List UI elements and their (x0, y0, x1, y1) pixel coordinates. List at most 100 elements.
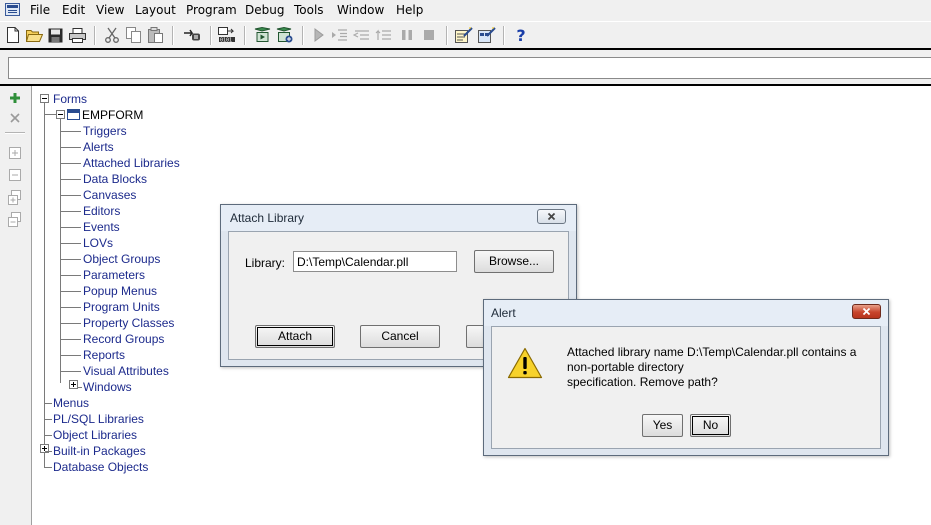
tree-node-parameters[interactable]: Parameters (83, 268, 145, 282)
compile-icon[interactable]: 0101 (218, 26, 236, 44)
step-out-icon[interactable] (375, 26, 393, 44)
menu-program[interactable]: Program (186, 3, 237, 18)
tree-line (78, 387, 82, 388)
close-button[interactable] (537, 209, 566, 224)
command-input[interactable] (8, 57, 931, 79)
menu-layout[interactable]: Layout (135, 3, 176, 18)
tree-node-windows[interactable]: Windows (83, 380, 132, 394)
help-icon[interactable]: ? (512, 26, 530, 45)
tree-node-events[interactable]: Events (83, 220, 120, 234)
menu-window[interactable]: Window (337, 3, 384, 18)
delete-icon[interactable] (6, 109, 24, 127)
menu-edit[interactable]: Edit (62, 3, 85, 18)
layout-wizard-icon[interactable] (478, 26, 496, 44)
alert-dialog: Alert Attached library name D:\Temp\Cale… (483, 299, 889, 456)
toolbar-separator (503, 26, 505, 45)
tree-node-property-classes[interactable]: Property Classes (83, 316, 174, 330)
debug-form-icon[interactable] (276, 26, 294, 44)
expand-all-icon[interactable] (6, 188, 24, 206)
tree-node-object-groups[interactable]: Object Groups (83, 252, 160, 266)
run-form-icon[interactable] (253, 26, 271, 44)
vtools-separator (5, 132, 25, 134)
svg-text:0101: 0101 (220, 38, 232, 44)
empform-collapse-toggle[interactable] (56, 110, 65, 119)
tree-node-database-objects[interactable]: Database Objects (53, 460, 148, 474)
tree-line (61, 339, 81, 340)
tree-node-alerts[interactable]: Alerts (83, 140, 114, 154)
browse-button[interactable]: Browse... (474, 250, 554, 273)
copy-icon[interactable] (125, 26, 143, 44)
dialog-title-bar[interactable]: Attach Library (221, 205, 576, 231)
connect-icon[interactable] (183, 26, 201, 44)
collapse-icon[interactable] (6, 166, 24, 184)
alert-message-line: Attached library name D:\Temp\Calendar.p… (567, 345, 857, 359)
cut-icon[interactable] (103, 26, 121, 44)
tree-node-forms[interactable]: Forms (53, 92, 87, 106)
alert-message-line: non-portable directory (567, 360, 684, 374)
pause-icon[interactable] (398, 26, 416, 44)
tree-node-lovs[interactable]: LOVs (83, 236, 113, 250)
tree-line (45, 403, 52, 404)
no-button[interactable]: No (690, 414, 731, 437)
go-icon[interactable] (310, 26, 328, 44)
alert-body: Attached library name D:\Temp\Calendar.p… (491, 326, 881, 449)
tree-node-attached-libraries[interactable]: Attached Libraries (83, 156, 180, 170)
expand-icon[interactable] (6, 144, 24, 162)
tree-node-record-groups[interactable]: Record Groups (83, 332, 164, 346)
menu-tools[interactable]: Tools (294, 3, 324, 18)
tree-node-object-libraries[interactable]: Object Libraries (53, 428, 137, 442)
tree-node-menus[interactable]: Menus (53, 396, 89, 410)
tree-line (61, 243, 81, 244)
tree-node-program-units[interactable]: Program Units (83, 300, 160, 314)
alert-title: Alert (491, 306, 516, 320)
tree-node-visual-attributes[interactable]: Visual Attributes (83, 364, 169, 378)
menu-help[interactable]: Help (396, 3, 423, 18)
toolbar-separator (302, 26, 304, 45)
cancel-button[interactable]: Cancel (360, 325, 440, 348)
tree-node-built-in-packages[interactable]: Built-in Packages (53, 444, 146, 458)
menu-file[interactable]: File (30, 3, 50, 18)
windows-expand-toggle[interactable] (69, 380, 78, 389)
tree-line (60, 119, 61, 383)
forms-collapse-toggle[interactable] (40, 94, 49, 103)
tree-line (61, 291, 81, 292)
open-icon[interactable] (25, 26, 43, 44)
save-icon[interactable] (46, 26, 64, 44)
yes-button[interactable]: Yes (642, 414, 683, 437)
tree-line (61, 371, 81, 372)
tree-node-canvases[interactable]: Canvases (83, 188, 136, 202)
tree-line (45, 451, 52, 452)
step-into-icon[interactable] (331, 26, 349, 44)
alert-close-button[interactable] (852, 304, 881, 319)
menu-debug[interactable]: Debug (245, 3, 284, 18)
tree-node-triggers[interactable]: Triggers (83, 124, 127, 138)
tree-line (61, 211, 81, 212)
tree-node-editors[interactable]: Editors (83, 204, 120, 218)
paste-icon[interactable] (147, 26, 165, 44)
wizard-icon[interactable] (455, 26, 473, 44)
navigator-toolbar (0, 86, 32, 525)
print-icon[interactable] (68, 26, 86, 44)
collapse-all-icon[interactable] (6, 210, 24, 228)
tree-node-reports[interactable]: Reports (83, 348, 125, 362)
tree-node-pl-sql-libraries[interactable]: PL/SQL Libraries (53, 412, 144, 426)
tree-line (61, 179, 81, 180)
toolbar: 0101 ? (0, 21, 931, 48)
tree-node-empform[interactable]: EMPFORM (82, 108, 143, 122)
library-path-input[interactable] (293, 251, 457, 272)
step-over-icon[interactable] (353, 26, 371, 44)
alert-title-bar[interactable]: Alert (484, 300, 888, 326)
tree-node-data-blocks[interactable]: Data Blocks (83, 172, 147, 186)
create-icon[interactable] (6, 89, 24, 107)
stop-icon[interactable] (420, 26, 438, 44)
toolbar-separator (94, 26, 96, 45)
attach-button[interactable]: Attach (255, 325, 335, 348)
warning-icon (507, 347, 543, 379)
tree-node-popup-menus[interactable]: Popup Menus (83, 284, 157, 298)
app-icon[interactable] (5, 3, 20, 16)
command-strip (0, 48, 931, 86)
menu-view[interactable]: View (96, 3, 124, 18)
form-module-icon (67, 109, 80, 120)
new-icon[interactable] (4, 26, 22, 44)
tree-line (44, 103, 45, 468)
